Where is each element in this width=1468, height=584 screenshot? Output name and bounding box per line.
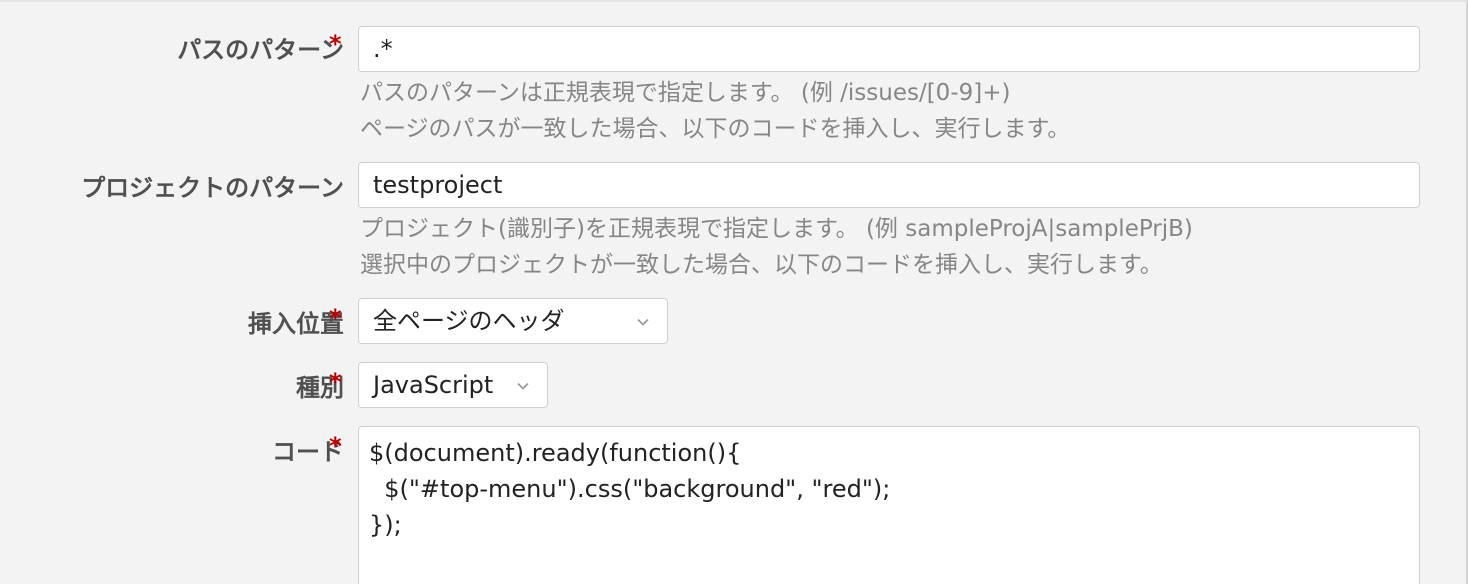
chevron-down-icon	[637, 318, 649, 326]
path-pattern-input[interactable]: .*	[358, 26, 1420, 72]
insert-position-selected: 全ページのヘッダ	[373, 307, 565, 335]
insert-position-select[interactable]: 全ページのヘッダ	[358, 298, 668, 344]
chevron-down-icon	[517, 382, 529, 390]
code-line: $("#top-menu").css("background", "red");	[369, 475, 891, 503]
required-mark: *	[329, 432, 342, 460]
project-pattern-hint-line2: 選択中のプロジェクトが一致した場合、以下のコードを挿入し、実行します。	[360, 252, 1163, 278]
required-mark: *	[329, 368, 342, 396]
required-mark: *	[329, 304, 342, 332]
code-line: $(document).ready(function(){	[369, 439, 742, 467]
project-pattern-label: プロジェクトのパターン	[81, 174, 344, 202]
type-selected: JavaScript	[373, 371, 494, 399]
code-textarea[interactable]: $(document).ready(function(){ $("#top-me…	[358, 426, 1420, 584]
path-pattern-label: パスのパターン	[177, 36, 344, 64]
type-select[interactable]: JavaScript	[358, 362, 548, 408]
project-pattern-hint-line1: プロジェクト(識別子)を正規表現で指定します。 (例 sampleProjA|s…	[360, 216, 1193, 242]
required-mark: *	[329, 30, 342, 58]
path-pattern-hint-line2: ページのパスが一致した場合、以下のコードを挿入し、実行します。	[360, 116, 1071, 142]
project-pattern-input[interactable]: testproject	[358, 162, 1420, 208]
code-line: });	[369, 511, 402, 539]
path-pattern-hint-line1: パスのパターンは正規表現で指定します。 (例 /issues/[0-9]+)	[360, 80, 1011, 106]
settings-form: パスのパターン * .* パスのパターンは正規表現で指定します。 (例 /iss…	[0, 0, 1468, 584]
